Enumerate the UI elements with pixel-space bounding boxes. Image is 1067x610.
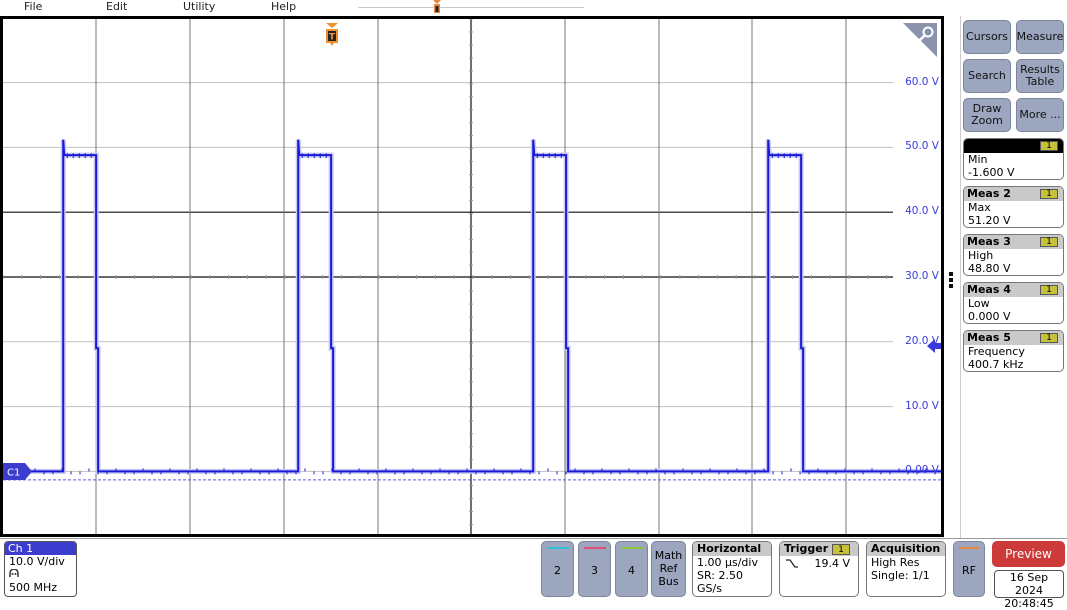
measurement-name: Low (968, 297, 990, 310)
vertical-scale-label: 50.0 V (905, 140, 939, 153)
menu-help[interactable]: Help (271, 0, 296, 13)
source-chip: 1 (1040, 237, 1058, 247)
draw-zoom-button[interactable]: Draw Zoom (963, 98, 1011, 132)
measure-button[interactable]: Measure (1016, 20, 1064, 54)
menu-file[interactable]: File (24, 0, 42, 13)
bus-label: Bus (658, 575, 679, 588)
time: 20:48:45 (1004, 597, 1054, 610)
horizontal-title: Horizontal (693, 542, 771, 556)
measurement-badge-3[interactable]: Meas 31 High 48.80 V (963, 234, 1064, 276)
more-button[interactable]: More ... (1016, 98, 1064, 132)
falling-edge-icon (786, 559, 798, 568)
channel4-button[interactable]: 4 (615, 541, 648, 597)
ref-label: Ref (659, 562, 678, 575)
channel4-color-bar (621, 547, 643, 549)
measurement-name: Max (968, 201, 991, 214)
channel2-label: 2 (554, 564, 561, 577)
measurement-badge-2[interactable]: Meas 21 Max 51.20 V (963, 186, 1064, 228)
source-chip: 1 (1040, 141, 1058, 151)
sample-rate: SR: 2.50 GS/s (697, 569, 743, 595)
svg-text:C1: C1 (7, 468, 20, 479)
measurement-value: -1.600 V (968, 166, 1015, 179)
menu-utility[interactable]: Utility (183, 0, 215, 13)
rf-label: RF (962, 564, 976, 577)
channel2-color-bar (547, 547, 569, 549)
zoom-corner-button[interactable] (903, 23, 939, 59)
acquisition-title: Acquisition (867, 542, 945, 556)
measurement-value: 48.80 V (968, 262, 1011, 275)
channel1-title: Ch 1 (5, 542, 76, 555)
results-table-button[interactable]: Results Table (1016, 59, 1064, 93)
math-label: Math (654, 549, 683, 562)
source-chip: 1 (1040, 285, 1058, 295)
menu-bar: File Edit Utility Help (0, 0, 1067, 16)
vertical-scale-label: 40.0 V (905, 205, 939, 218)
cursors-button[interactable]: Cursors (963, 20, 1011, 54)
trigger-source-chip: 1 (832, 544, 850, 555)
source-chip: 1 (1040, 189, 1058, 199)
date: 16 Sep 2024 (1009, 571, 1049, 597)
channel1-waveform (3, 139, 941, 473)
measurement-value: 400.7 kHz (968, 358, 1024, 371)
measurement-header: Meas 21 (964, 187, 1063, 201)
measurement-value: 0.000 V (968, 310, 1011, 323)
acquisition-mode: High Res (871, 556, 920, 569)
rf-button[interactable]: RF (953, 541, 985, 597)
source-chip: 1 (1040, 333, 1058, 343)
measurement-header: Meas 31 (964, 235, 1063, 249)
search-button[interactable]: Search (963, 59, 1011, 93)
channel2-button[interactable]: 2 (541, 541, 574, 597)
preview-button[interactable]: Preview (992, 541, 1065, 567)
trigger-level: 19.4 V (814, 557, 850, 570)
trigger-badge[interactable]: Trigger 1 19.4 V (779, 541, 859, 597)
trigger-position-icon[interactable] (432, 0, 442, 14)
waveform-display[interactable]: T C1 60.0 V 50.0 V 40.0 V 30.0 V 20.0 V 10.0 … (0, 16, 944, 537)
rf-color-bar (959, 547, 979, 549)
measurement-header: Meas 41 (964, 283, 1063, 297)
channel1-scale: 10.0 V/div (9, 555, 65, 568)
horizontal-badge[interactable]: Horizontal 1.00 µs/div SR: 2.50 GS/s RL:… (692, 541, 772, 597)
measurement-name: High (968, 249, 994, 262)
menu-edit[interactable]: Edit (106, 0, 127, 13)
vertical-scale-label: 20.0 V (905, 334, 939, 347)
measurement-header: Meas 51 (964, 331, 1063, 345)
panel-resize-handle[interactable] (949, 272, 953, 290)
probe-icon (5, 568, 76, 581)
magnifier-icon (903, 23, 937, 57)
channel1-badge[interactable]: Ch 1 10.0 V/div 500 MHz (4, 541, 77, 597)
record-length: RL: 1 Mpts (693, 595, 771, 596)
trigger-t-icon: T (326, 23, 338, 46)
measurement-badge-4[interactable]: Meas 41 Low 0.000 V (963, 282, 1064, 324)
channel4-label: 4 (628, 564, 635, 577)
vertical-scale-label: 30.0 V (905, 270, 939, 282)
vertical-scale-label: 60.0 V (905, 75, 939, 88)
measurement-badge-5[interactable]: Meas 51 Frequency 400.7 kHz (963, 330, 1064, 372)
measurement-value: 51.20 V (968, 214, 1011, 227)
vertical-scale-label: 10.0 V (905, 399, 939, 412)
acquisition-state: Single: 1/1 (871, 569, 930, 582)
measurement-badge-1[interactable]: 1 Min -1.600 V (963, 138, 1064, 180)
trigger-title: Trigger (784, 542, 829, 555)
record-timeline[interactable] (358, 7, 584, 8)
acquisition-badge[interactable]: Acquisition High Res Single: 1/1 (866, 541, 946, 597)
date-time[interactable]: 16 Sep 2024 20:48:45 (994, 570, 1064, 610)
svg-text:T: T (329, 33, 336, 43)
channel3-label: 3 (591, 564, 598, 577)
math-ref-bus-button[interactable]: Math Ref Bus (651, 541, 686, 597)
horizontal-scale: 1.00 µs/div (697, 556, 758, 569)
measurement-name: Frequency (968, 345, 1025, 358)
channel3-button[interactable]: 3 (578, 541, 611, 597)
channel1-bandwidth: 500 MHz (9, 581, 58, 594)
measurement-header: 1 (964, 139, 1063, 153)
right-panel (960, 16, 1067, 538)
graticule (3, 19, 941, 534)
measurement-name: Min (968, 153, 988, 166)
vertical-scale-label: 0.00 V (905, 464, 939, 477)
channel3-color-bar (584, 547, 606, 549)
